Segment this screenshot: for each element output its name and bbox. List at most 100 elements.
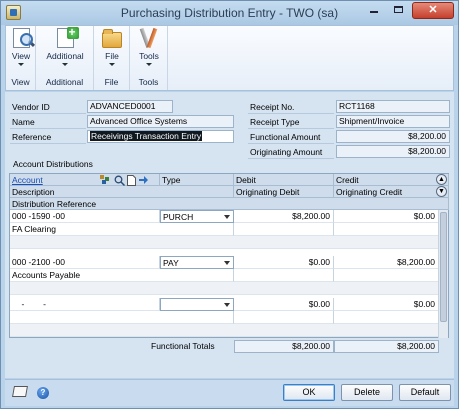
functional-totals-label: Functional Totals — [151, 341, 215, 351]
note-icon[interactable] — [12, 386, 28, 397]
purchasing-distribution-window: Purchasing Distribution Entry - TWO (sa)… — [0, 0, 459, 409]
row1-originating-debit — [234, 223, 334, 236]
lookup-icon[interactable] — [114, 175, 126, 187]
column-header-originating-credit: Originating Credit — [334, 186, 449, 198]
column-header-originating-debit: Originating Debit — [234, 186, 334, 198]
reference-input[interactable]: Receivings Transaction Entry — [87, 130, 234, 143]
row2-credit[interactable]: $8,200.00 — [334, 256, 439, 269]
column-header-description: Description — [10, 186, 234, 198]
minimize-button[interactable] — [362, 2, 386, 19]
row1-account[interactable]: 000 -1590 -00 — [10, 210, 160, 223]
reference-label: Reference — [10, 131, 86, 144]
column-header-credit: Credit — [334, 174, 449, 186]
chevron-down-icon — [146, 63, 152, 66]
vendor-name-field: Advanced Office Systems — [87, 115, 234, 128]
row1-credit[interactable]: $0.00 — [334, 210, 439, 223]
close-icon: ✕ — [428, 4, 438, 16]
ribbon-group-label-file: File — [104, 77, 119, 87]
additional-icon — [56, 25, 79, 48]
receipt-no-field: RCT1168 — [336, 100, 450, 113]
file-button[interactable]: File — [100, 28, 124, 66]
tools-button[interactable]: Tools — [137, 28, 161, 66]
row2-distribution-reference[interactable] — [10, 282, 439, 295]
help-icon[interactable]: ? — [37, 387, 49, 399]
title-bar: Purchasing Distribution Entry - TWO (sa)… — [1, 1, 458, 25]
additional-button-label: Additional — [46, 51, 84, 61]
chevron-down-icon — [224, 215, 230, 219]
footer-bar: ? OK Delete Default — [5, 379, 454, 406]
row3-distribution-reference[interactable] — [10, 324, 439, 337]
row1-type-select[interactable]: PURCH — [160, 210, 234, 223]
chevron-down-icon — [224, 261, 230, 265]
row3-account[interactable]: - - — [10, 298, 160, 311]
row2-debit[interactable]: $0.00 — [234, 256, 334, 269]
ribbon-group-view: View View — [6, 26, 36, 90]
ribbon-toolbar: View View Additional Additional File Fil… — [5, 25, 454, 91]
row3-originating-debit — [234, 311, 334, 324]
view-button[interactable]: View — [9, 28, 33, 66]
file-button-label: File — [105, 51, 119, 61]
ribbon-group-label-view: View — [11, 77, 30, 87]
row3-description[interactable] — [10, 311, 234, 324]
account-distributions-label: Account Distributions — [13, 159, 93, 169]
reference-input-value: Receivings Transaction Entry — [90, 131, 203, 141]
tools-icon — [139, 28, 159, 48]
row2-description[interactable]: Accounts Payable — [10, 269, 234, 282]
additional-button[interactable]: Additional — [42, 25, 88, 66]
arrow-right-icon[interactable] — [138, 175, 148, 185]
row2-type-select[interactable]: PAY — [160, 256, 234, 269]
vendor-id-field: ADVANCED0001 — [87, 100, 173, 113]
receipt-type-field: Shipment/Invoice — [336, 115, 450, 128]
row1-debit[interactable]: $8,200.00 — [234, 210, 334, 223]
default-button[interactable]: Default — [399, 384, 451, 401]
grid-scrollbar[interactable] — [438, 210, 448, 338]
row1-description[interactable]: FA Clearing — [10, 223, 234, 236]
row3-debit[interactable]: $0.00 — [234, 298, 334, 311]
expand-rows-icon[interactable]: ▼ — [436, 186, 447, 197]
ribbon-group-tools: Tools Tools — [130, 26, 168, 90]
column-header-distribution-reference: Distribution Reference — [10, 198, 449, 210]
chevron-down-icon — [224, 303, 230, 307]
receipt-no-label: Receipt No. — [248, 101, 334, 114]
row1-distribution-reference[interactable] — [10, 236, 439, 249]
row2-originating-debit — [234, 269, 334, 282]
originating-amount-label: Originating Amount — [248, 146, 334, 159]
receipt-type-label: Receipt Type — [248, 116, 334, 129]
row1-type-value: PURCH — [163, 212, 194, 222]
row3-credit[interactable]: $0.00 — [334, 298, 439, 311]
grid-scrollbar-thumb[interactable] — [440, 212, 447, 322]
originating-amount-field: $8,200.00 — [336, 145, 450, 158]
view-button-label: View — [11, 51, 31, 61]
total-debit-field: $8,200.00 — [234, 340, 334, 353]
column-header-type: Type — [160, 174, 234, 186]
row2-originating-credit — [334, 269, 439, 282]
tools-button-label: Tools — [139, 51, 159, 61]
ribbon-group-label-additional: Additional — [45, 77, 84, 87]
row3-originating-credit — [334, 311, 439, 324]
ribbon-group-label-tools: Tools — [138, 77, 159, 87]
view-icon — [12, 28, 33, 48]
row2-account[interactable]: 000 -2100 -00 — [10, 256, 160, 269]
row2-type-value: PAY — [163, 258, 179, 268]
functional-amount-field: $8,200.00 — [336, 130, 450, 143]
new-document-icon[interactable] — [127, 175, 137, 186]
folder-icon — [102, 29, 122, 48]
vendor-id-label: Vendor ID — [10, 101, 86, 114]
functional-amount-label: Functional Amount — [248, 131, 334, 144]
chevron-down-icon — [18, 63, 24, 66]
close-button[interactable]: ✕ — [412, 2, 454, 19]
total-credit-field: $8,200.00 — [334, 340, 439, 353]
distributions-grid: Account Type Debit Credit ▲ Description … — [9, 173, 449, 338]
ribbon-group-additional: Additional Additional — [36, 25, 94, 90]
row3-type-select[interactable] — [160, 298, 234, 311]
maximize-button[interactable] — [386, 2, 410, 19]
name-label: Name — [10, 116, 86, 129]
chevron-down-icon — [62, 63, 68, 66]
ok-button[interactable]: OK — [283, 384, 335, 401]
delete-button[interactable]: Delete — [341, 384, 393, 401]
maximize-icon — [393, 6, 403, 13]
chevron-down-icon — [109, 63, 115, 66]
account-lookup-icon[interactable] — [100, 175, 110, 185]
minimize-icon — [370, 11, 378, 13]
collapse-rows-icon[interactable]: ▲ — [436, 174, 447, 185]
